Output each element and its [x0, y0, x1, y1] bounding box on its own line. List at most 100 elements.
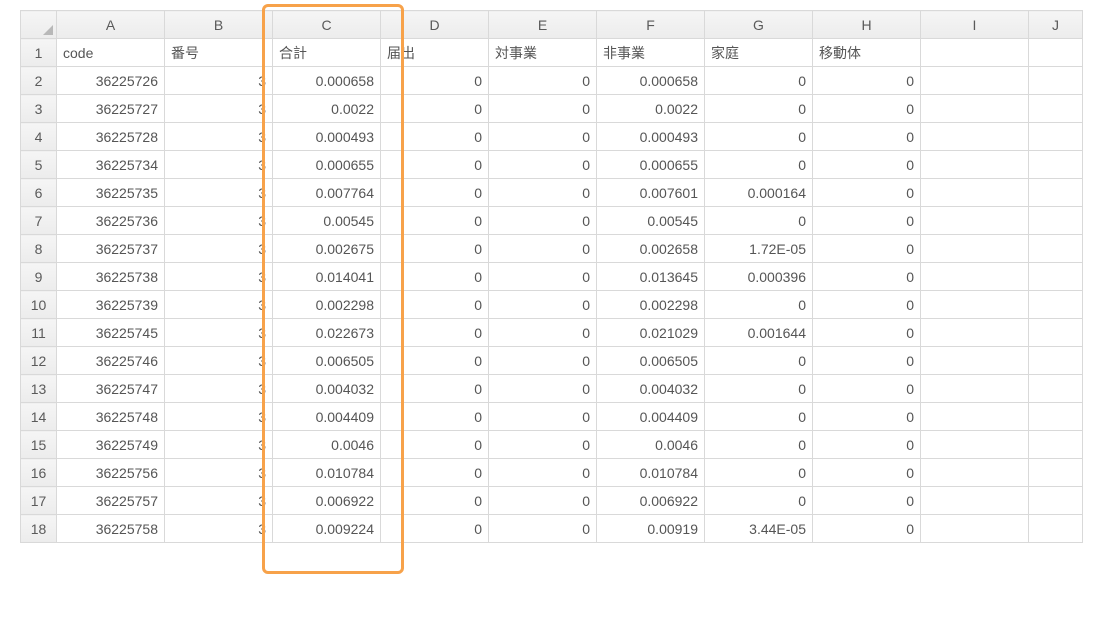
cell[interactable]: 3 [165, 95, 273, 123]
cell[interactable]: 0.004032 [273, 375, 381, 403]
cell[interactable]: 0 [489, 95, 597, 123]
cell[interactable] [921, 67, 1029, 95]
col-header-B[interactable]: B [165, 11, 273, 39]
cell[interactable]: 0 [381, 179, 489, 207]
cell[interactable]: 0 [705, 487, 813, 515]
cell[interactable]: 0 [489, 319, 597, 347]
cell[interactable]: 0 [813, 431, 921, 459]
cell[interactable]: 3 [165, 515, 273, 543]
cell[interactable]: 0.000658 [273, 67, 381, 95]
row-header-2[interactable]: 2 [21, 67, 57, 95]
cell[interactable]: 0 [489, 403, 597, 431]
cell[interactable] [921, 347, 1029, 375]
cell[interactable]: 0 [813, 319, 921, 347]
col-header-H[interactable]: H [813, 11, 921, 39]
cell[interactable]: 番号 [165, 39, 273, 67]
row-header-17[interactable]: 17 [21, 487, 57, 515]
cell[interactable]: 0 [705, 403, 813, 431]
cell[interactable]: 36225749 [57, 431, 165, 459]
cell[interactable] [921, 319, 1029, 347]
cell[interactable]: 0 [381, 263, 489, 291]
cell[interactable]: 0.00545 [273, 207, 381, 235]
cell[interactable] [921, 95, 1029, 123]
cell[interactable]: 0.002298 [597, 291, 705, 319]
cell[interactable]: 36225728 [57, 123, 165, 151]
row-header-9[interactable]: 9 [21, 263, 57, 291]
col-header-I[interactable]: I [921, 11, 1029, 39]
cell[interactable]: 0 [813, 95, 921, 123]
cell[interactable]: 非事業 [597, 39, 705, 67]
cell[interactable]: 36225726 [57, 67, 165, 95]
cell[interactable]: 36225745 [57, 319, 165, 347]
cell[interactable]: 0.000493 [273, 123, 381, 151]
cell[interactable]: 0.010784 [597, 459, 705, 487]
cell[interactable] [1029, 403, 1083, 431]
col-header-C[interactable]: C [273, 11, 381, 39]
cell[interactable]: 0 [381, 207, 489, 235]
cell[interactable]: 0 [489, 347, 597, 375]
cell[interactable]: 1.72E-05 [705, 235, 813, 263]
row-header-15[interactable]: 15 [21, 431, 57, 459]
row-header-1[interactable]: 1 [21, 39, 57, 67]
cell[interactable]: 0 [813, 515, 921, 543]
cell[interactable]: 0 [813, 263, 921, 291]
cell[interactable]: 3 [165, 487, 273, 515]
cell[interactable]: 0 [381, 123, 489, 151]
row-header-6[interactable]: 6 [21, 179, 57, 207]
cell[interactable]: 0 [813, 459, 921, 487]
cell[interactable]: 0.000493 [597, 123, 705, 151]
cell[interactable]: 3 [165, 151, 273, 179]
cell[interactable]: 0 [705, 207, 813, 235]
cell[interactable]: 0.014041 [273, 263, 381, 291]
cell[interactable]: 移動体 [813, 39, 921, 67]
cell[interactable]: 0 [489, 67, 597, 95]
cell[interactable]: 3 [165, 459, 273, 487]
cell[interactable]: 0 [381, 151, 489, 179]
cell[interactable]: 0 [381, 235, 489, 263]
cell[interactable]: 0.002675 [273, 235, 381, 263]
cell[interactable]: 36225737 [57, 235, 165, 263]
cell[interactable]: 36225758 [57, 515, 165, 543]
col-header-E[interactable]: E [489, 11, 597, 39]
cell[interactable]: 0 [489, 291, 597, 319]
cell[interactable]: 0.009224 [273, 515, 381, 543]
cell[interactable]: 0.0022 [273, 95, 381, 123]
col-header-D[interactable]: D [381, 11, 489, 39]
cell[interactable]: 0 [813, 487, 921, 515]
cell[interactable]: 36225736 [57, 207, 165, 235]
cell[interactable]: 36225747 [57, 375, 165, 403]
cell[interactable] [1029, 95, 1083, 123]
cell[interactable] [921, 515, 1029, 543]
cell[interactable]: 0.007601 [597, 179, 705, 207]
cell[interactable] [921, 459, 1029, 487]
cell[interactable]: 0 [381, 319, 489, 347]
cell[interactable] [1029, 375, 1083, 403]
cell[interactable]: 3 [165, 403, 273, 431]
cell[interactable]: 0.004032 [597, 375, 705, 403]
cell[interactable]: 0 [489, 207, 597, 235]
cell[interactable]: 3 [165, 347, 273, 375]
cell[interactable] [921, 263, 1029, 291]
cell[interactable]: 0 [489, 459, 597, 487]
cell[interactable]: 0.0046 [597, 431, 705, 459]
cell[interactable]: 0.006922 [273, 487, 381, 515]
cell[interactable]: 0 [813, 207, 921, 235]
cell[interactable]: 0 [381, 459, 489, 487]
cell[interactable] [921, 291, 1029, 319]
cell[interactable]: 対事業 [489, 39, 597, 67]
cell[interactable]: 36225757 [57, 487, 165, 515]
cell[interactable]: 0 [381, 291, 489, 319]
cell[interactable]: 0 [705, 375, 813, 403]
cell[interactable]: 3.44E-05 [705, 515, 813, 543]
cell[interactable] [1029, 515, 1083, 543]
cell[interactable]: 0.021029 [597, 319, 705, 347]
cell[interactable]: 3 [165, 291, 273, 319]
cell[interactable]: 0.0046 [273, 431, 381, 459]
cell[interactable]: 0.002658 [597, 235, 705, 263]
cell[interactable]: 0 [813, 375, 921, 403]
cell[interactable] [1029, 179, 1083, 207]
cell[interactable]: code [57, 39, 165, 67]
cell[interactable] [1029, 319, 1083, 347]
cell[interactable]: 0 [489, 151, 597, 179]
cell[interactable]: 0.00545 [597, 207, 705, 235]
